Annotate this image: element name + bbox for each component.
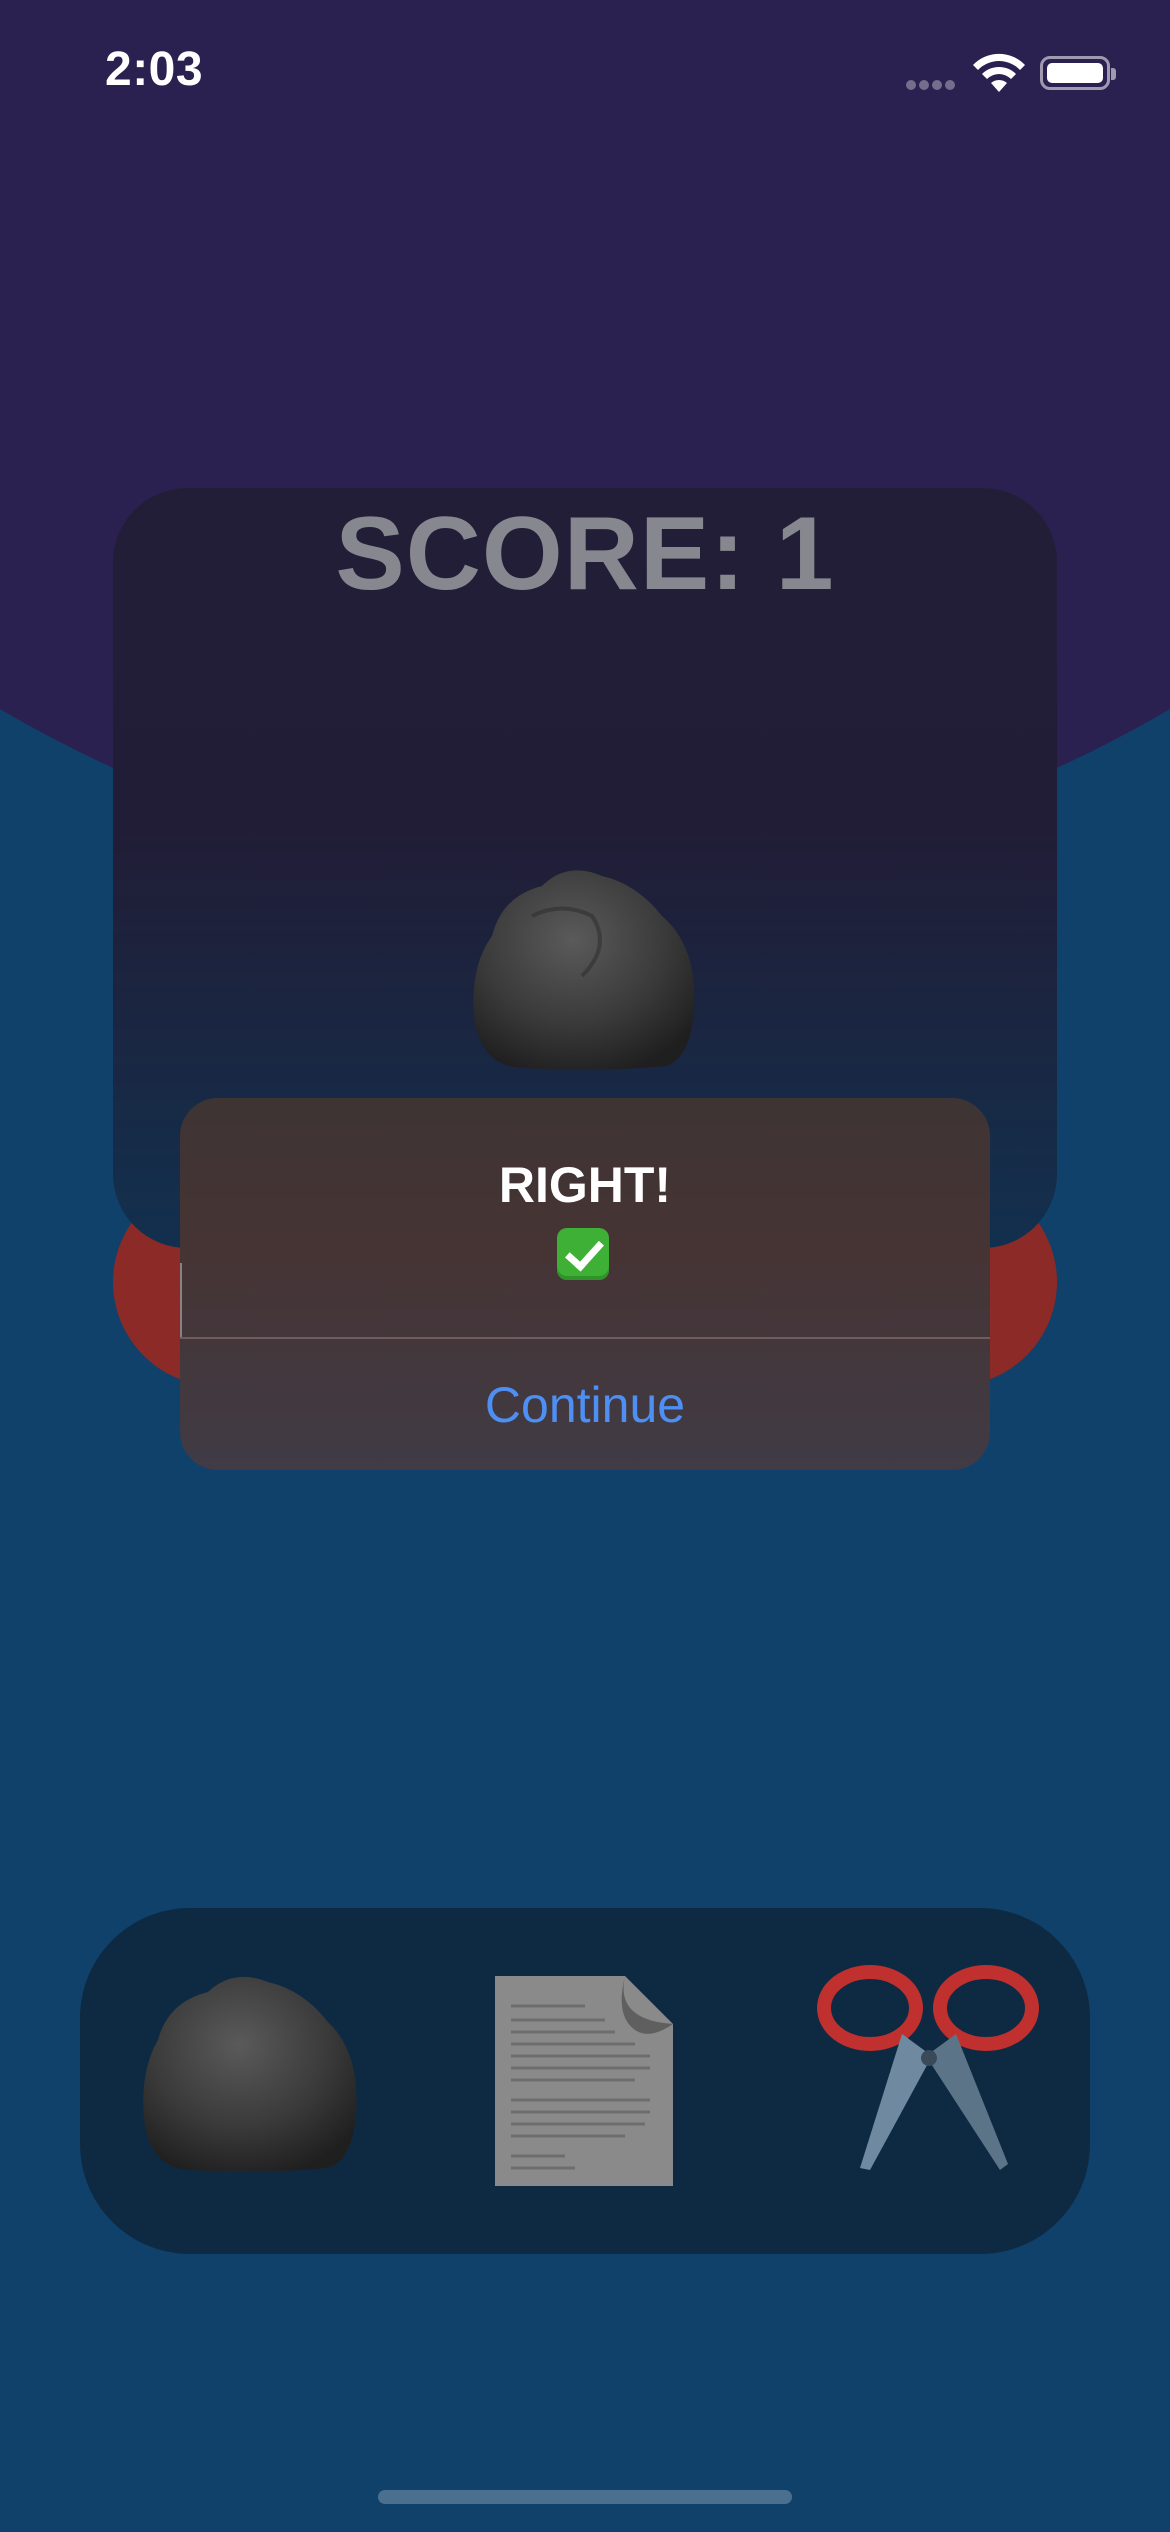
game-screen: 2:03 SCORE: 1 RIGHT! Continue <box>0 0 1170 2532</box>
wifi-icon <box>973 53 1025 92</box>
cellular-signal-icon <box>906 80 958 92</box>
alert-title: RIGHT! <box>498 1157 672 1213</box>
result-alert: RIGHT! Continue <box>180 1098 990 1470</box>
paper-choice-button[interactable] <box>465 1960 705 2200</box>
check-mark-icon <box>557 1228 609 1280</box>
home-indicator <box>378 2490 792 2504</box>
scissors-choice-button[interactable] <box>810 1960 1050 2200</box>
rock-choice-button[interactable] <box>128 1960 368 2200</box>
continue-button[interactable]: Continue <box>180 1339 990 1470</box>
battery-icon <box>1040 56 1116 90</box>
score-label: SCORE: 1 <box>335 496 835 612</box>
status-bar: 2:03 <box>0 0 1170 140</box>
status-time: 2:03 <box>105 43 204 96</box>
opponent-rock-icon <box>473 870 695 1070</box>
